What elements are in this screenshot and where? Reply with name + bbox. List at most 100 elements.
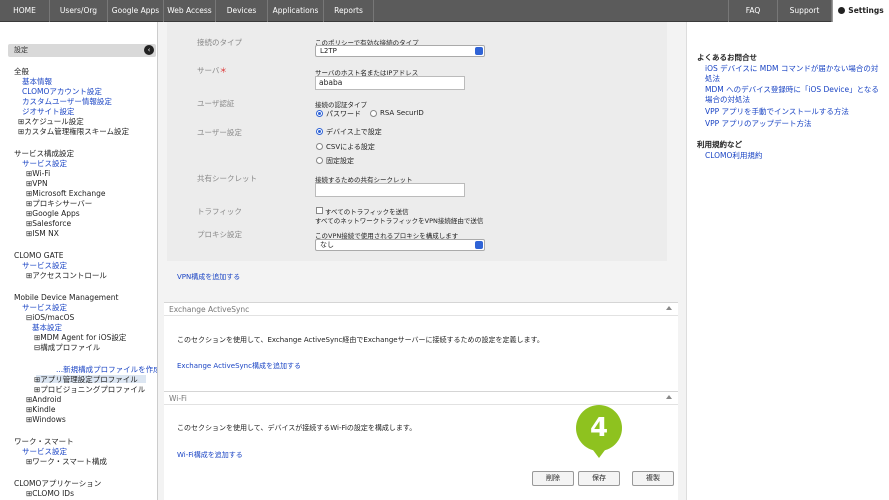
- add-wifi-link[interactable]: Wi-Fi構成を追加する: [177, 450, 243, 460]
- sidebar-item[interactable]: ⊞アプリ管理設定プロファイル: [34, 375, 138, 385]
- sidebar-item[interactable]: ⊞Wi-Fi: [26, 169, 50, 179]
- top-nav: HOME Users/Org Google Apps Web Access De…: [0, 0, 889, 22]
- user-settings-label: ユーザー設定: [197, 128, 242, 137]
- exchange-section-body: このセクションを使用して、Exchange ActiveSync経由でExcha…: [164, 316, 678, 392]
- server-input[interactable]: ababa: [315, 76, 465, 90]
- step-badge: 4: [576, 405, 622, 451]
- user-settings-device-radio[interactable]: [316, 128, 323, 135]
- faq-link-4[interactable]: VPP アプリのアップデート方法: [705, 119, 883, 129]
- user-auth-rsa-radio[interactable]: [370, 110, 377, 117]
- server-label: サーバ＊: [197, 65, 227, 76]
- sidebar: 設定 ‹ 全般 基本情報 CLOMOアカウント設定 カスタムユーザー情報設定 ジオサイト…: [0, 22, 158, 500]
- sidebar-item[interactable]: ⊞ISM NX: [26, 229, 59, 239]
- sidebar-item[interactable]: ⊞Salesforce: [26, 219, 71, 229]
- sidebar-item[interactable]: ⊞プロビジョニングプロファイル: [34, 385, 145, 395]
- proxy-label: プロキシ設定: [197, 230, 242, 239]
- sidebar-item[interactable]: ⊞CLOMO IDs: [26, 489, 74, 499]
- sidebar-link[interactable]: CLOMOアカウント設定: [22, 87, 102, 97]
- sidebar-item[interactable]: ⊞アクセスコントロール: [26, 271, 107, 281]
- sidebar-item[interactable]: ⊞Kindle: [26, 405, 56, 415]
- vpn-panel: 接続のタイプ このポリシーで有効な接続のタイプ L2TP サーバ＊ サーバのホス…: [167, 22, 667, 261]
- gear-icon: [838, 7, 846, 14]
- traffic-label: トラフィック: [197, 207, 242, 216]
- sidebar-item[interactable]: CLOMOアプリケーション: [14, 479, 101, 489]
- exchange-section-title: Exchange ActiveSync: [169, 305, 250, 314]
- shared-secret-input[interactable]: [315, 183, 465, 197]
- sidebar-item[interactable]: ⊞スケジュール設定: [18, 117, 84, 127]
- select-arrow-icon: [475, 47, 483, 55]
- sidebar-link[interactable]: カスタムユーザー情報設定: [22, 97, 112, 107]
- sidebar-item[interactable]: ⊞MDM Agent for iOS設定: [34, 333, 126, 343]
- exchange-desc: このセクションを使用して、Exchange ActiveSync経由でExcha…: [177, 336, 544, 344]
- sidebar-item[interactable]: ⊟iOS/macOS: [26, 313, 74, 323]
- nav-settings[interactable]: Settings: [832, 0, 889, 22]
- sidebar-item[interactable]: 全般: [14, 67, 29, 77]
- connection-type-select[interactable]: L2TP: [315, 45, 485, 57]
- user-auth-password-label: パスワード: [326, 110, 361, 118]
- faq-link-1[interactable]: iOS デバイスに MDM コマンドが届かない場合の対処法: [705, 64, 883, 84]
- shared-secret-label: 共有シークレット: [197, 174, 257, 183]
- save-button[interactable]: 保存: [578, 471, 620, 486]
- wifi-section-title: Wi-Fi: [169, 394, 187, 403]
- traffic-checkbox[interactable]: [316, 207, 323, 214]
- duplicate-button[interactable]: 複製: [632, 471, 674, 486]
- sidebar-item[interactable]: ワーク・スマート: [14, 437, 74, 447]
- sidebar-item[interactable]: ⊞プロキシサーバー: [26, 199, 92, 209]
- sidebar-item[interactable]: ⊟構成プロファイル: [34, 343, 100, 353]
- collapse-caret-icon[interactable]: [666, 306, 672, 310]
- sidebar-link[interactable]: 基本情報: [22, 77, 52, 87]
- traffic-desc: すべてのネットワークトラフィックをVPN接続経由で送信: [315, 217, 484, 225]
- sidebar-link[interactable]: サービス設定: [22, 447, 67, 457]
- nav-applications[interactable]: Applications: [268, 0, 324, 22]
- user-settings-device-label: デバイス上で設定: [326, 128, 382, 136]
- exchange-section-header[interactable]: Exchange ActiveSync: [164, 302, 678, 316]
- terms-heading: 利用規約など: [697, 140, 742, 149]
- user-settings-csv-radio[interactable]: [316, 143, 323, 150]
- sidebar-link[interactable]: ...新規構成プロファイルを作成: [56, 365, 157, 375]
- user-auth-rsa-label: RSA SecurID: [380, 109, 424, 117]
- nav-settings-label: Settings: [848, 6, 884, 15]
- sidebar-item[interactable]: ⊞Microsoft Exchange: [26, 189, 105, 199]
- sidebar-item[interactable]: ⊞Google Apps: [26, 209, 80, 219]
- sidebar-header: 設定 ‹: [8, 44, 156, 57]
- add-vpn-link[interactable]: VPN構成を追加する: [177, 272, 240, 282]
- nav-support[interactable]: Support: [778, 0, 832, 22]
- user-auth-label: ユーザ認証: [197, 99, 235, 108]
- nav-users-org[interactable]: Users/Org: [50, 0, 108, 22]
- faq-link-3[interactable]: VPP アプリを手動でインストールする方法: [705, 107, 883, 117]
- sidebar-link[interactable]: 基本設定: [32, 323, 62, 333]
- sidebar-item[interactable]: サービス構成設定: [14, 149, 74, 159]
- faq-link-2[interactable]: MDM へのデバイス登録時に「iOS Device」となる場合の対処法: [705, 85, 883, 105]
- sidebar-item[interactable]: ⊞カスタム管理権限スキーム設定: [18, 127, 129, 137]
- sidebar-link[interactable]: サービス設定: [22, 261, 67, 271]
- user-auth-desc: 接続の認証タイプ: [315, 101, 367, 109]
- sidebar-link[interactable]: サービス設定: [22, 159, 67, 169]
- select-arrow-icon: [475, 241, 483, 249]
- right-panel: よくあるお問合せ iOS デバイスに MDM コマンドが届かない場合の対処法 M…: [686, 22, 889, 500]
- nav-reports[interactable]: Reports: [324, 0, 374, 22]
- delete-button[interactable]: 削除: [532, 471, 574, 486]
- sidebar-item[interactable]: ⊞Windows: [26, 415, 66, 425]
- nav-faq[interactable]: FAQ: [728, 0, 778, 22]
- connection-type-value: L2TP: [320, 47, 337, 55]
- sidebar-link[interactable]: サービス設定: [22, 303, 67, 313]
- collapse-caret-icon[interactable]: [666, 395, 672, 399]
- nav-web-access[interactable]: Web Access: [164, 0, 216, 22]
- proxy-select[interactable]: なし: [315, 239, 485, 251]
- sidebar-item[interactable]: ⊞ワーク・スマート構成: [26, 457, 107, 467]
- wifi-section-header[interactable]: Wi-Fi: [164, 391, 678, 405]
- sidebar-item[interactable]: ⊞Android: [26, 395, 61, 405]
- nav-devices[interactable]: Devices: [216, 0, 268, 22]
- nav-home[interactable]: HOME: [0, 0, 50, 22]
- user-settings-fixed-radio[interactable]: [316, 157, 323, 164]
- collapse-icon[interactable]: ‹: [144, 45, 154, 55]
- user-auth-password-radio[interactable]: [316, 110, 323, 117]
- sidebar-item[interactable]: Mobile Device Management: [14, 293, 118, 303]
- sidebar-item[interactable]: ⊞VPN: [26, 179, 48, 189]
- faq-heading: よくあるお問合せ: [697, 53, 757, 62]
- sidebar-link[interactable]: ジオサイト設定: [22, 107, 75, 117]
- add-exchange-link[interactable]: Exchange ActiveSync構成を追加する: [177, 361, 301, 371]
- terms-link[interactable]: CLOMO利用規約: [705, 151, 883, 161]
- nav-google-apps[interactable]: Google Apps: [108, 0, 164, 22]
- sidebar-item[interactable]: CLOMO GATE: [14, 251, 64, 261]
